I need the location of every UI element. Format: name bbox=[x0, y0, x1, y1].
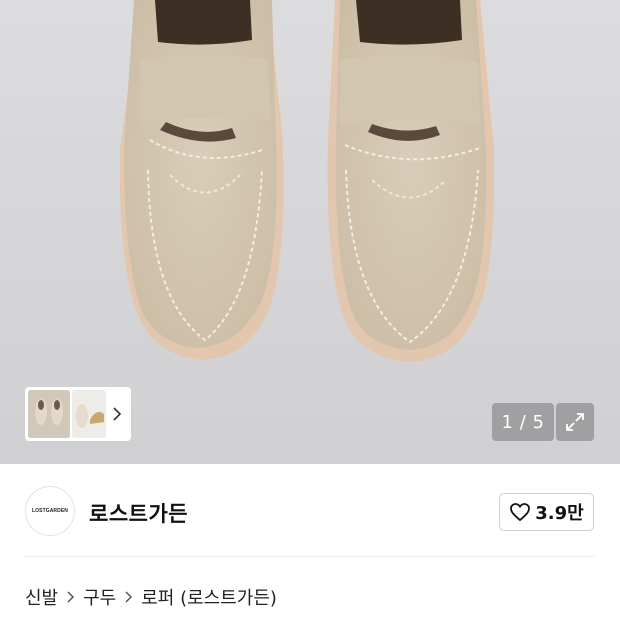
chevron-right-icon bbox=[124, 590, 133, 604]
breadcrumb-item-loafers[interactable]: 로퍼 (로스트가든) bbox=[141, 584, 277, 610]
like-count: 3.9만 bbox=[535, 503, 584, 524]
expand-icon bbox=[566, 413, 584, 431]
brand-row: LOSTGARDEN 로스트가든 3.9만 bbox=[0, 464, 620, 556]
breadcrumb-item-dress-shoes[interactable]: 구두 bbox=[83, 584, 116, 610]
chevron-right-icon[interactable] bbox=[106, 390, 128, 438]
thumbnail-1[interactable] bbox=[28, 390, 70, 438]
divider bbox=[25, 556, 595, 557]
image-page-counter: 1 / 5 bbox=[492, 403, 554, 441]
like-button[interactable]: 3.9만 bbox=[499, 493, 594, 531]
thumbnail-strip bbox=[25, 387, 131, 441]
expand-button[interactable] bbox=[556, 403, 594, 441]
chevron-right-icon bbox=[66, 590, 75, 604]
heart-icon bbox=[510, 503, 531, 522]
product-image-gallery[interactable]: 1 / 5 bbox=[0, 0, 620, 464]
brand-logo-text: LOSTGARDEN bbox=[32, 508, 68, 514]
breadcrumb: 신발 구두 로퍼 (로스트가든) bbox=[25, 584, 277, 610]
breadcrumb-item-shoes[interactable]: 신발 bbox=[25, 584, 58, 610]
thumbnail-2[interactable] bbox=[72, 390, 106, 438]
brand-logo[interactable]: LOSTGARDEN bbox=[25, 486, 75, 536]
brand-name[interactable]: 로스트가든 bbox=[89, 498, 188, 528]
